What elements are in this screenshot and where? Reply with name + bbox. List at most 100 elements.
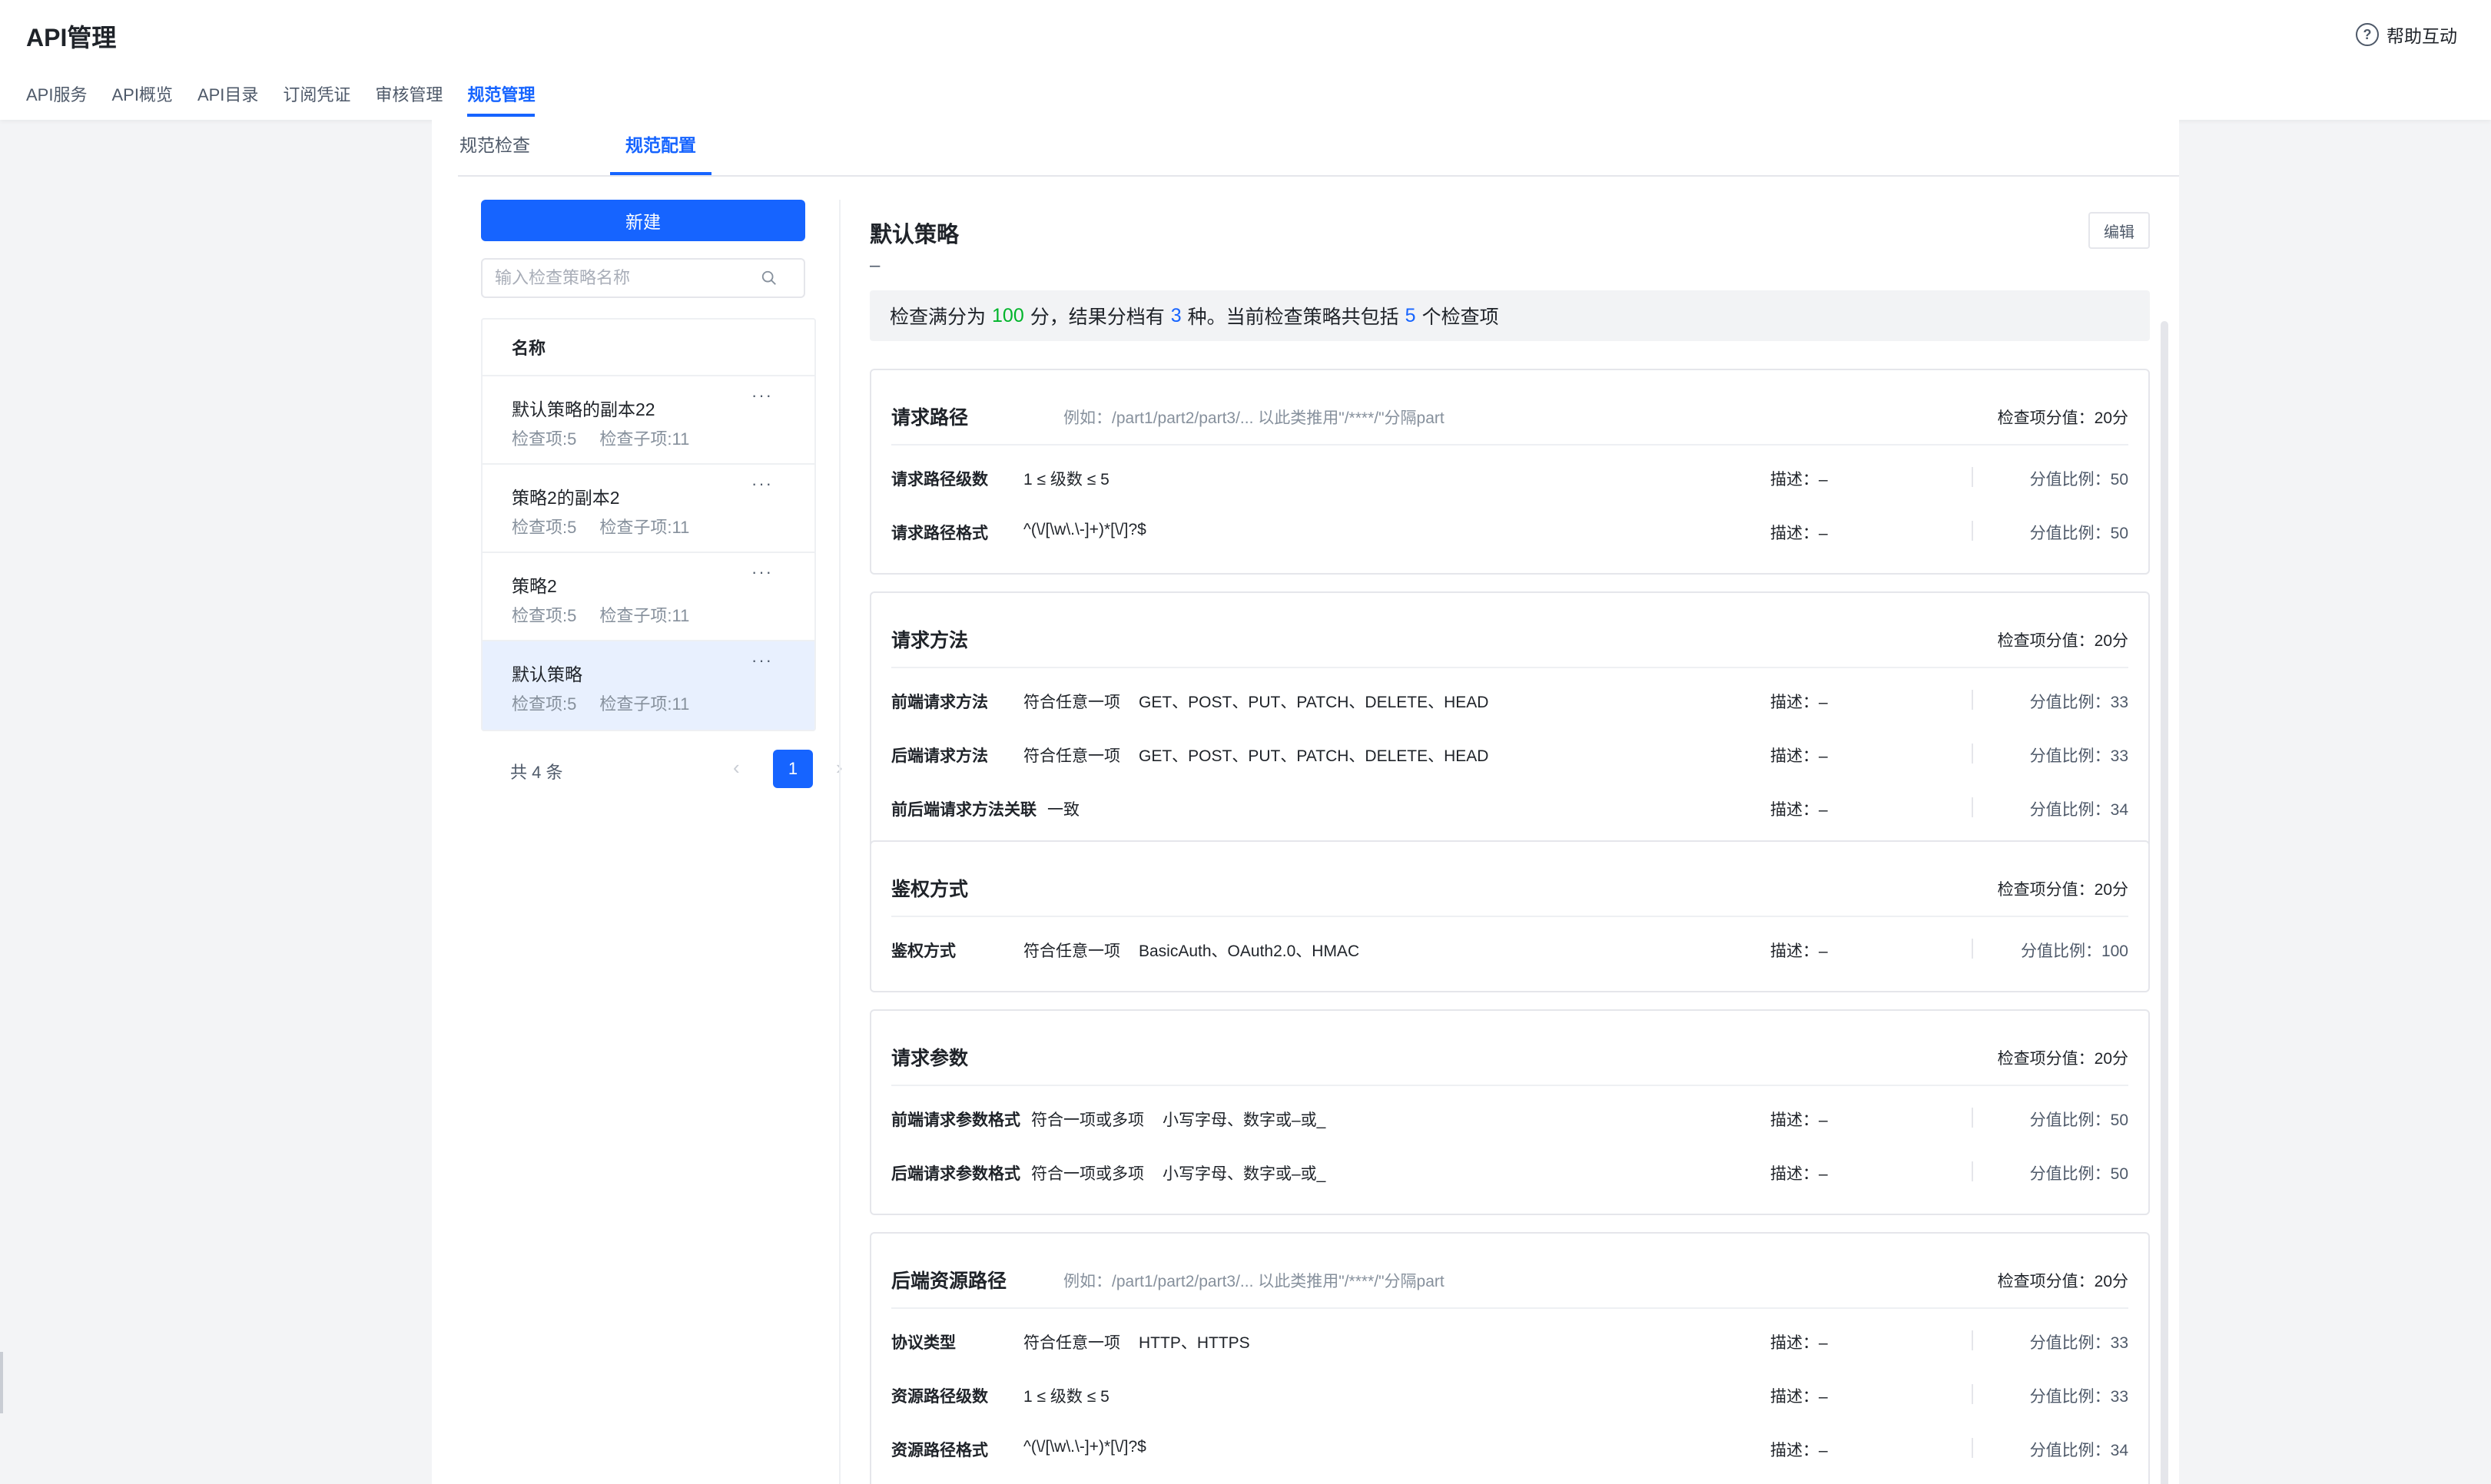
nav-subscription[interactable]: 订阅凭证 <box>283 81 350 117</box>
subitem-ratio: 分值比例：34 <box>2030 797 2128 820</box>
subitem-rule: 符合任意一项 BasicAuth、OAuth2.0、HMAC <box>1023 939 1359 962</box>
summary-text: 个检查项 <box>1421 306 1499 328</box>
top-header: API管理 ? 帮助互动 API服务 API概览 API目录 订阅凭证 审核管理… <box>0 0 2491 120</box>
subitem-description: 描述：– <box>1770 1334 1828 1352</box>
nav-api-overview[interactable]: API概览 <box>111 81 172 117</box>
ratio-value: 33 <box>2110 747 2128 765</box>
policy-title: 默认策略 <box>870 223 960 247</box>
subitem-rule-value: GET、POST、PUT、PATCH、DELETE、HEAD <box>1139 747 1489 765</box>
pagination: 共 4 条 ‹ 1 › <box>481 750 843 788</box>
ratio-value: 33 <box>2110 694 2128 711</box>
check-subitem-row: 鉴权方式 符合任意一项 BasicAuth、OAuth2.0、HMAC 描述：– 分值比… <box>891 920 2128 974</box>
subitem-name: 鉴权方式 <box>891 942 956 960</box>
policy-search-input[interactable] <box>483 260 744 296</box>
check-subitem-row: 后端请求方法 符合任意一项 GET、POST、PUT、PATCH、DELETE、HE… <box>891 725 2128 779</box>
card-header: 鉴权方式 检查项分值：20分 <box>891 842 2128 917</box>
check-subitem-row: 请求路径级数 1 ≤ 级数 ≤ 5 描述：– 分值比例：50 <box>891 449 2128 502</box>
subitem-rule: 符合一项或多项 小写字母、数字或–或_ <box>1031 1108 1325 1131</box>
subitem-mode: 符合任意一项 <box>1023 942 1120 960</box>
policy-item-count: 检查项:5 <box>512 694 577 714</box>
summary-count: 5 <box>1405 304 1416 326</box>
subitem-mode: 符合任意一项 <box>1023 694 1120 711</box>
new-policy-button[interactable]: 新建 <box>481 200 805 241</box>
policy-list: 名称 默认策略的副本22 检查项:5 检查子项:11 ··· 策略2的副本2 检查… <box>481 318 816 731</box>
edit-button[interactable]: 编辑 <box>2088 212 2150 249</box>
subitem-description: 描述：– <box>1770 747 1828 765</box>
subitem-description: 描述：– <box>1770 801 1828 819</box>
subitem-name: 请求路径级数 <box>891 471 988 489</box>
side-handle[interactable] <box>0 1352 3 1413</box>
more-icon[interactable]: ··· <box>751 474 773 494</box>
subitem-rule: ^(\/[\w\.\-]+)*[\/]?$ <box>1023 1438 1146 1456</box>
main-panel: 规范检查 规范配置 新建 名称 默认策略的副本22 检查项:5 检查子项:11 ·… <box>432 120 2179 1484</box>
policy-item-count: 检查项:5 <box>512 429 577 449</box>
card-score: 检查项分值：20分 <box>1997 409 2128 427</box>
subitem-rule-value: 小写字母、数字或–或_ <box>1163 1111 1326 1129</box>
nav-api-service[interactable]: API服务 <box>26 81 87 117</box>
card-title: 请求方法 <box>891 630 969 651</box>
card-rows: 请求路径级数 1 ≤ 级数 ≤ 5 描述：– 分值比例：50 请求路径格式 ^(\/[\w… <box>871 449 2148 556</box>
subitem-ratio: 分值比例：33 <box>2030 1330 2128 1353</box>
subitem-name: 前端请求参数格式 <box>891 1111 1020 1129</box>
subitem-description: 描述：– <box>1770 471 1828 489</box>
policy-list-item[interactable]: 默认策略的副本22 检查项:5 检查子项:11 ··· <box>483 376 814 465</box>
summary-text: 分，结果分档有 <box>1030 306 1165 328</box>
ratio-value: 50 <box>2110 471 2128 489</box>
search-icon[interactable] <box>761 270 778 287</box>
check-subitem-row: 前端请求方法 符合任意一项 GET、POST、PUT、PATCH、DELETE、HE… <box>891 671 2128 725</box>
subitem-description: 描述：– <box>1770 1111 1828 1129</box>
row-divider <box>1972 1384 1973 1404</box>
subitem-rule-value: BasicAuth、OAuth2.0、HMAC <box>1139 942 1360 960</box>
card-rows: 前端请求参数格式 符合一项或多项 小写字母、数字或–或_ 描述：– 分值比例：50 后端请… <box>871 1089 2148 1197</box>
scrollbar-track[interactable] <box>2161 321 2168 1484</box>
help-icon: ? <box>2356 23 2379 46</box>
check-item-card: 鉴权方式 检查项分值：20分 鉴权方式 符合任意一项 BasicAuth、OAuth2.… <box>870 840 2150 992</box>
policy-meta: 检查项:5 检查子项:11 <box>512 602 689 627</box>
pagination-total: 共 4 条 <box>510 763 563 782</box>
card-hint: 例如：/part1/part2/part3/... 以此类推用"/****/"分… <box>1063 1273 1445 1290</box>
check-subitem-row: 资源路径格式 ^(\/[\w\.\-]+)*[\/]?$ 描述：– 分值比例：34 <box>891 1419 2128 1473</box>
subitem-name: 后端请求方法 <box>891 747 988 765</box>
policy-subitem-count: 检查子项:11 <box>599 518 690 537</box>
subitem-rule: 一致 <box>1047 797 1080 820</box>
help-link[interactable]: ? 帮助互动 <box>2356 22 2457 48</box>
ratio-label: 分值比例： <box>2029 525 2111 542</box>
ratio-value: 100 <box>2101 942 2128 960</box>
tab-spec-check[interactable]: 规范检查 <box>459 131 530 175</box>
card-title: 后端资源路径 <box>891 1270 1007 1292</box>
policy-list-item-selected[interactable]: 默认策略 检查项:5 检查子项:11 ··· <box>483 641 814 730</box>
row-divider <box>1972 1108 1973 1128</box>
subitem-name: 资源路径格式 <box>891 1442 988 1459</box>
check-subitem-row: 资源路径级数 1 ≤ 级数 ≤ 5 描述：– 分值比例：33 <box>891 1366 2128 1419</box>
nav-api-catalog[interactable]: API目录 <box>197 81 258 117</box>
subitem-name: 前后端请求方法关联 <box>891 801 1037 819</box>
subitem-rule-value: GET、POST、PUT、PATCH、DELETE、HEAD <box>1139 694 1489 711</box>
chevron-left-icon[interactable]: ‹ <box>733 756 740 780</box>
sub-tabs: 规范检查 规范配置 <box>458 120 2179 177</box>
subitem-description: 描述：– <box>1770 1388 1828 1406</box>
nav-review[interactable]: 审核管理 <box>375 81 443 117</box>
summary-text: 种。当前检查策略共包括 <box>1187 306 1399 328</box>
ratio-label: 分值比例： <box>2029 801 2111 819</box>
subitem-ratio: 分值比例：33 <box>2030 744 2128 767</box>
ratio-value: 34 <box>2110 801 2128 819</box>
subitem-description: 描述：– <box>1770 1442 1828 1459</box>
list-header: 名称 <box>483 320 814 376</box>
more-icon[interactable]: ··· <box>751 386 773 406</box>
card-title: 鉴权方式 <box>891 879 969 900</box>
more-icon[interactable]: ··· <box>751 651 773 671</box>
tab-spec-config[interactable]: 规范配置 <box>610 131 711 175</box>
subitem-rule: 1 ≤ 级数 ≤ 5 <box>1023 467 1110 490</box>
page-button[interactable]: 1 <box>773 750 813 788</box>
ratio-label: 分值比例： <box>2029 1334 2111 1352</box>
subitem-rule: 符合一项或多项 小写字母、数字或–或_ <box>1031 1161 1325 1184</box>
ratio-label: 分值比例： <box>2029 694 2111 711</box>
nav-spec-management[interactable]: 规范管理 <box>467 81 536 117</box>
policy-list-item[interactable]: 策略2的副本2 检查项:5 检查子项:11 ··· <box>483 465 814 553</box>
subitem-name: 请求路径格式 <box>891 525 988 542</box>
policy-list-item[interactable]: 策略2 检查项:5 检查子项:11 ··· <box>483 553 814 641</box>
row-divider <box>1972 521 1973 541</box>
more-icon[interactable]: ··· <box>751 562 773 582</box>
row-divider <box>1972 797 1973 817</box>
app-title: API管理 <box>26 24 117 51</box>
